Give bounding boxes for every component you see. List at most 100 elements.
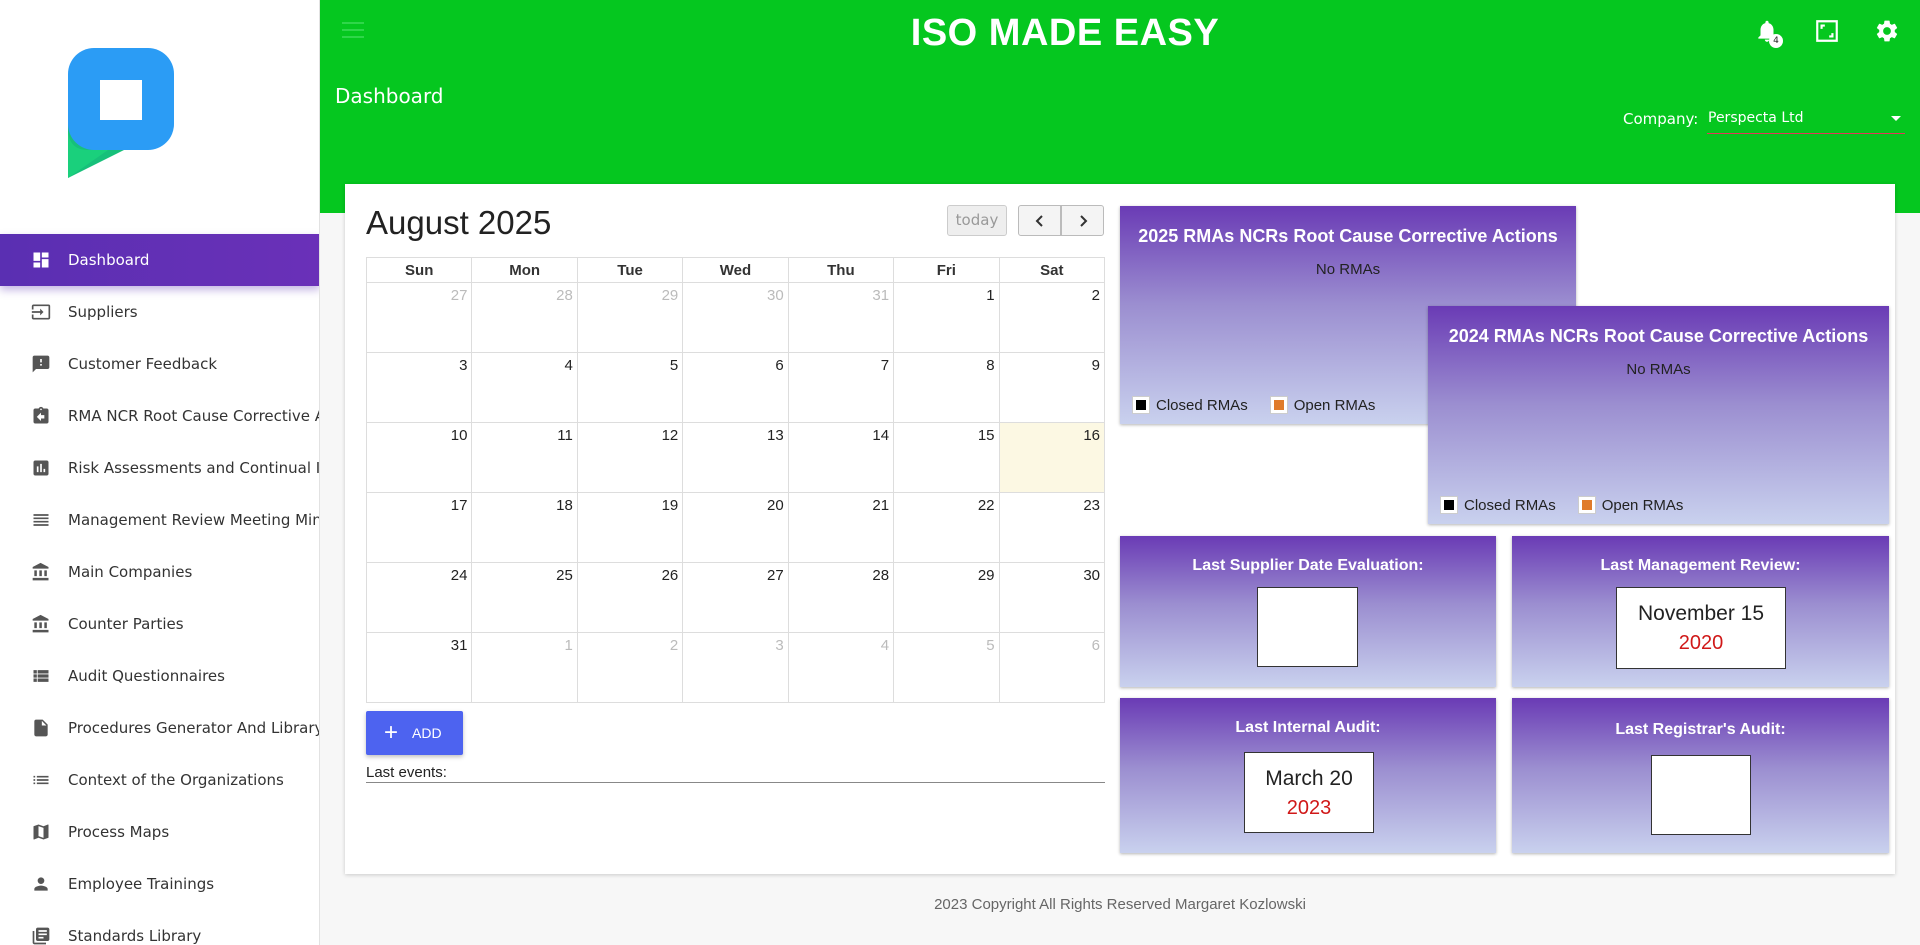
calendar-day[interactable]: 28	[471, 282, 578, 353]
file-icon	[30, 717, 52, 739]
calendar-day[interactable]: 2	[998, 282, 1106, 353]
calendar-day[interactable]: 10	[365, 422, 473, 493]
calendar-day[interactable]: 30	[998, 562, 1106, 633]
calendar-day[interactable]: 15	[893, 422, 1000, 493]
calendar-day[interactable]: 11	[471, 422, 578, 493]
calendar-day[interactable]: 6	[998, 632, 1106, 703]
format-list-icon	[30, 769, 52, 791]
calendar-day[interactable]: 4	[471, 352, 578, 423]
calendar-day[interactable]: 25	[471, 562, 578, 633]
calendar-day[interactable]: 1	[471, 632, 578, 703]
calendar-day[interactable]: 9	[998, 352, 1106, 423]
settings-gear-icon[interactable]	[1874, 18, 1900, 44]
feedback-icon	[30, 353, 52, 375]
calendar-day[interactable]: 29	[576, 282, 684, 353]
calendar-day[interactable]: 30	[682, 282, 789, 353]
sidebar-item-suppliers[interactable]: Suppliers	[0, 286, 319, 338]
calendar-day[interactable]: 8	[893, 352, 1000, 423]
calendar-day[interactable]: 12	[576, 422, 684, 493]
calendar-day[interactable]: 4	[787, 632, 895, 703]
calendar-day[interactable]: 1	[893, 282, 1000, 353]
legend-open[interactable]: Open RMAs	[1269, 396, 1376, 414]
sidebar-item-process-maps[interactable]: Process Maps	[0, 806, 319, 858]
calendar-day[interactable]: 3	[365, 352, 473, 423]
sidebar-item-context-of-the-organizations[interactable]: Context of the Organizations	[0, 754, 319, 806]
calendar-week: 31 1 2 3 4 5 6	[365, 632, 1106, 703]
sidebar-item-employee-trainings[interactable]: Employee Trainings	[0, 858, 319, 910]
page-title: Dashboard	[335, 84, 444, 108]
legend-closed[interactable]: Closed RMAs	[1132, 396, 1248, 414]
legend-closed[interactable]: Closed RMAs	[1440, 496, 1556, 514]
calendar-day[interactable]: 26	[576, 562, 684, 633]
last-management-monthday: November 15	[1637, 602, 1765, 625]
rma-2025-title: 2025 RMAs NCRs Root Cause Corrective Act…	[1138, 226, 1558, 246]
chevron-left-icon	[1035, 214, 1043, 227]
person-icon	[30, 873, 52, 895]
sidebar-item-label: Process Maps	[68, 823, 170, 841]
calendar-day[interactable]: 18	[471, 492, 578, 563]
sidebar-item-risk-assessments-and-continual-improvement[interactable]: Risk Assessments and Continual Improveme…	[0, 442, 319, 494]
company-select[interactable]: Perspecta Ltd	[1707, 106, 1905, 134]
sidebar-item-management-review-meeting-minutes[interactable]: Management Review Meeting Minutes	[0, 494, 319, 546]
sidebar-item-procedures-generator-and-library[interactable]: Procedures Generator And Library	[0, 702, 319, 754]
sidebar-item-label: Suppliers	[68, 303, 138, 321]
app-title: ISO MADE EASY	[910, 12, 1220, 54]
last-supplier-date	[1257, 587, 1358, 667]
weekday-header: Wed	[682, 257, 789, 283]
calendar-week: 17 18 19 20 21 22 23	[365, 492, 1106, 563]
notifications-badge: 4	[1769, 34, 1783, 48]
legend-open-label: Open RMAs	[1293, 396, 1376, 414]
today-button[interactable]: today	[947, 205, 1007, 236]
sidebar: Dashboard Suppliers Customer Feedback RMA N…	[0, 0, 320, 945]
add-event-button[interactable]: + ADD	[366, 711, 463, 755]
last-management-card: Last Management Review: November 15 2020	[1512, 536, 1889, 687]
sidebar-item-audit-questionnaires[interactable]: Audit Questionnaires	[0, 650, 319, 702]
assignment-return-icon	[30, 405, 52, 427]
fullscreen-icon[interactable]	[1814, 18, 1840, 44]
calendar-day[interactable]: 29	[893, 562, 1000, 633]
sidebar-item-counter-parties[interactable]: Counter Parties	[0, 598, 319, 650]
chevron-right-icon	[1079, 214, 1087, 227]
calendar-day[interactable]: 21	[787, 492, 895, 563]
calendar-day[interactable]: 3	[682, 632, 789, 703]
calendar-day[interactable]: 27	[365, 282, 473, 353]
calendar-day[interactable]: 19	[576, 492, 684, 563]
sidebar-item-label: Employee Trainings	[68, 875, 215, 893]
calendar-day[interactable]: 17	[365, 492, 473, 563]
calendar-day[interactable]: 14	[787, 422, 895, 493]
calendar-day[interactable]: 31	[365, 632, 473, 703]
calendar-day[interactable]: 13	[682, 422, 789, 493]
last-management-year: 2020	[1678, 632, 1724, 654]
sidebar-item-dashboard[interactable]: Dashboard	[0, 234, 319, 286]
notifications-icon[interactable]: 4	[1754, 18, 1783, 48]
calendar-day[interactable]: 22	[893, 492, 1000, 563]
calendar-day[interactable]: 5	[576, 352, 684, 423]
calendar-day[interactable]: 7	[787, 352, 895, 423]
last-management-date: November 15 2020	[1616, 587, 1786, 669]
sidebar-item-label: Customer Feedback	[68, 355, 218, 373]
calendar-day[interactable]: 23	[998, 492, 1106, 563]
sidebar-item-customer-feedback[interactable]: Customer Feedback	[0, 338, 319, 390]
last-registrar-audit-date	[1651, 755, 1751, 835]
calendar-day[interactable]: 28	[787, 562, 895, 633]
calendar-title: August 2025	[366, 204, 552, 241]
weekday-header: Sat	[998, 257, 1106, 283]
calendar-day[interactable]: 20	[682, 492, 789, 563]
prev-month-button[interactable]	[1018, 205, 1061, 236]
calendar-day[interactable]: 6	[682, 352, 789, 423]
sidebar-nav: Dashboard Suppliers Customer Feedback RMA N…	[0, 234, 319, 945]
sidebar-item-main-companies[interactable]: Main Companies	[0, 546, 319, 598]
last-internal-audit-monthday: March 20	[1265, 767, 1353, 790]
legend-open[interactable]: Open RMAs	[1577, 496, 1683, 514]
sidebar-item-standards-library[interactable]: Standards Library	[0, 910, 319, 945]
calendar-day[interactable]: 27	[682, 562, 789, 633]
next-month-button[interactable]	[1061, 205, 1104, 236]
calendar-day[interactable]: 31	[787, 282, 895, 353]
calendar-day[interactable]: 2	[576, 632, 684, 703]
calendar-day-today[interactable]: 16	[998, 422, 1106, 493]
sidebar-item-rma-ncr-root-cause-corrective-actions[interactable]: RMA NCR Root Cause Corrective Actions	[0, 390, 319, 442]
weekday-header: Fri	[893, 257, 1000, 283]
calendar-day[interactable]: 24	[365, 562, 473, 633]
sidebar-item-label: Counter Parties	[68, 615, 184, 633]
calendar-day[interactable]: 5	[893, 632, 1000, 703]
